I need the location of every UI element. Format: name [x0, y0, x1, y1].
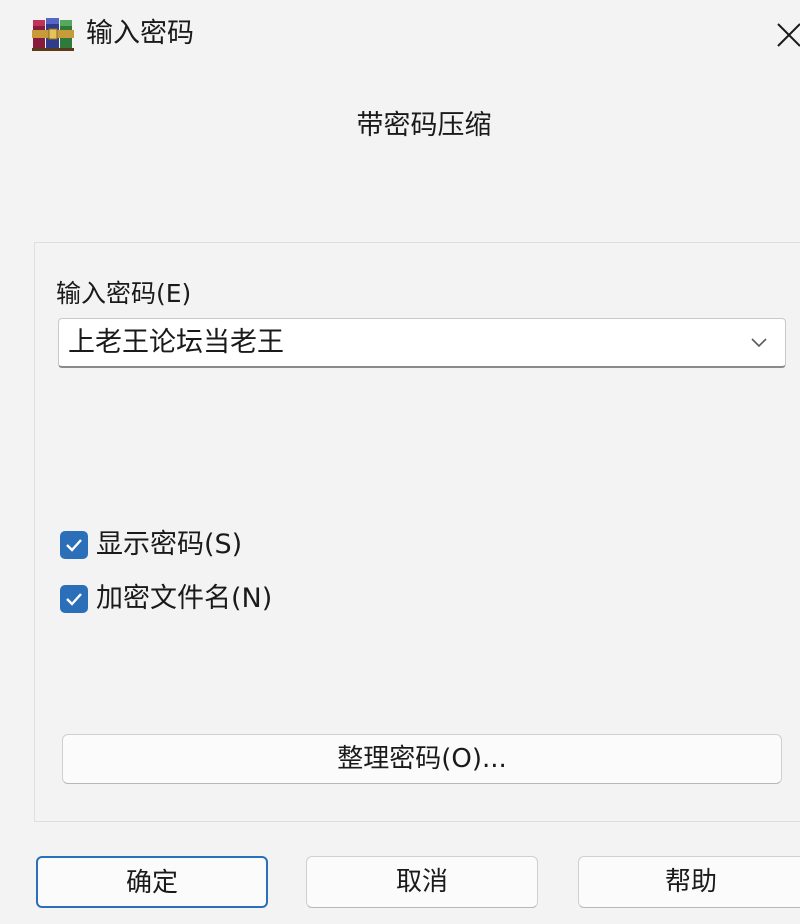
manage-passwords-button[interactable]: 整理密码(O)... [62, 734, 782, 784]
password-label: 输入密码(E) [56, 279, 192, 308]
cancel-button[interactable]: 取消 [306, 856, 538, 908]
show-password-label[interactable]: 显示密码(S) [96, 526, 242, 564]
winrar-books-icon [32, 16, 74, 52]
checkmark-icon [66, 539, 82, 552]
checkmark-icon [66, 593, 82, 606]
close-button[interactable] [772, 8, 800, 60]
password-value[interactable]: 上老王论坛当老王 [68, 325, 284, 361]
dialog-heading: 带密码压缩 [356, 110, 492, 141]
chevron-down-icon[interactable] [749, 334, 769, 350]
show-password-checkbox[interactable] [60, 531, 88, 559]
ok-button[interactable]: 确定 [36, 856, 268, 908]
encrypt-filenames-label[interactable]: 加密文件名(N) [96, 580, 272, 618]
password-dialog: 输入密码 带密码压缩 输入密码(E) 上老王论坛当老王 显示密码(S) 加密文件… [0, 0, 800, 924]
password-combobox[interactable]: 上老王论坛当老王 [58, 318, 786, 368]
window-title: 输入密码 [86, 18, 194, 49]
help-button[interactable]: 帮助 [578, 856, 800, 908]
close-icon [777, 23, 800, 47]
encrypt-filenames-checkbox[interactable] [60, 585, 88, 613]
title-bar: 输入密码 [0, 0, 800, 70]
